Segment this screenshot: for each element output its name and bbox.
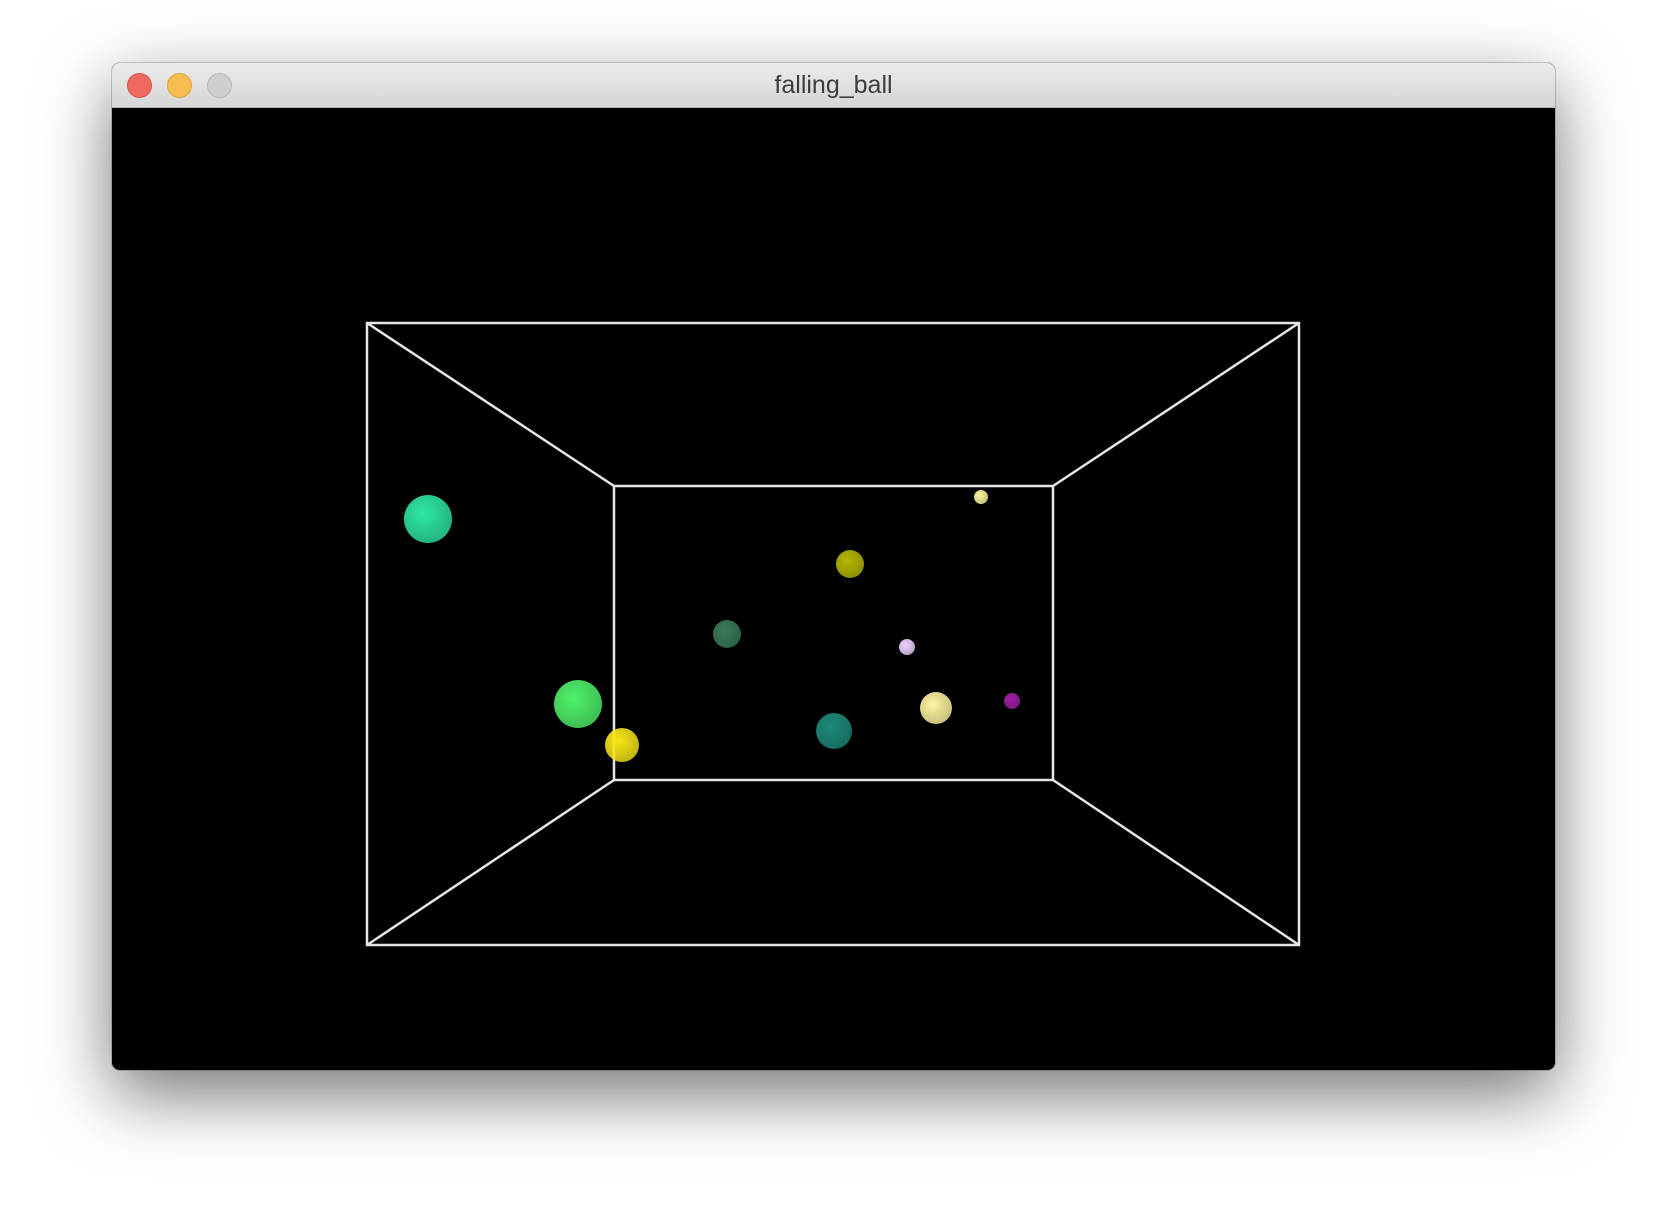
window-title: falling_ball [774,71,893,99]
wireframe-box [365,321,1301,947]
app-window: falling_ball [112,63,1555,1070]
corner-edge-top-right [1052,321,1300,488]
ball-2 [554,680,602,728]
balls-group [404,490,1020,762]
render-viewport[interactable] [112,108,1555,1070]
title-bar[interactable]: falling_ball [112,63,1555,108]
ball-7 [974,490,988,504]
corner-edge-top-left [366,321,615,488]
ball-10 [1004,693,1020,709]
ball-3 [605,728,639,762]
scene-canvas [365,321,1301,947]
corner-edge-bottom-right [1052,778,1300,947]
ball-4 [836,550,864,578]
ball-8 [920,692,952,724]
ball-6 [899,639,915,655]
ball-1 [404,495,452,543]
ball-9 [816,713,852,749]
desktop: falling_ball [0,0,1664,1228]
corner-edge-bottom-left [366,778,615,947]
ball-5 [713,620,741,648]
